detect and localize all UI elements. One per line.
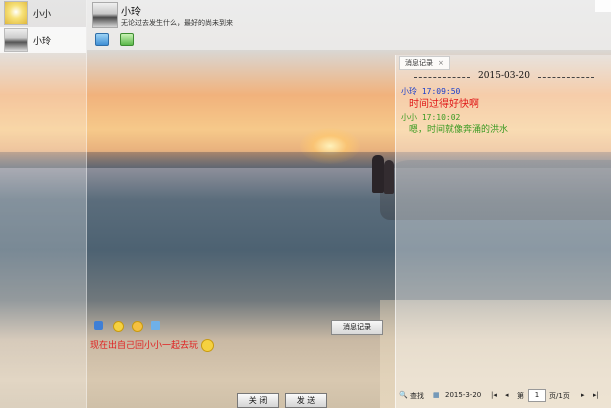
search-icon[interactable]: 🔍 [399,391,408,399]
contact-name: 小玲 [33,36,52,47]
avatar [4,28,28,52]
shake-icon[interactable] [132,321,143,332]
avatar [4,1,28,25]
message-sender: 小小 [401,113,417,122]
avatar[interactable] [92,2,118,28]
send-button[interactable]: 发 送 [285,393,327,408]
history-panel: 消息记录 × 2015-03-20 小玲 17:09:50 时间过得好快啊 小小 … [395,55,611,408]
emoji-icon[interactable] [113,321,124,332]
message-time: 17:10:02 [421,113,461,122]
chat-header: 小玲 无论过去发生什么，最好的尚未到来 [87,0,611,50]
next-page-icon[interactable]: ▸ [581,391,585,399]
contact-list: 小小 小玲 [0,0,87,408]
tab-history[interactable]: 消息记录 × [399,56,450,70]
image-icon[interactable] [95,33,109,46]
figure-silhouette [384,160,394,194]
history-date[interactable]: 2015-3-20 [445,391,481,399]
last-page-icon[interactable]: ▸| [593,391,599,399]
page-prefix: 第 [517,392,524,400]
search-link[interactable]: 查找 [410,391,424,401]
date-separator: 2015-03-20 [414,71,594,81]
message-history-button[interactable]: 消息记录 [331,320,383,335]
compose-input[interactable]: 现在出自己回小小一起去玩 [90,338,215,352]
contact-item-xiaoxiao[interactable]: 小小 [0,0,86,26]
message-text: 时间过得好快啊 [409,99,479,110]
add-contact-icon[interactable] [120,33,134,46]
page-suffix: 页/1页 [549,392,570,400]
compose-text: 现在出自己回小小一起去玩 [90,341,199,351]
page-input[interactable]: 1 [528,389,546,402]
message-text: 嗯，时间就像奔涌的洪水 [409,125,509,135]
close-button[interactable]: 关 闭 [237,393,279,408]
smiley-emoji-icon [201,339,215,352]
first-page-icon[interactable]: |◂ [491,391,497,399]
contact-name: 小小 [33,9,52,20]
chat-partner-signature: 无论过去发生什么，最好的尚未到来 [121,19,233,27]
prev-page-icon[interactable]: ◂ [505,391,509,399]
close-icon[interactable]: × [438,59,444,67]
calendar-icon[interactable]: ▦ [433,391,440,399]
figure-silhouette [372,155,384,193]
contact-item-xiaoling[interactable]: 小玲 [0,27,86,53]
screenshot-icon[interactable] [151,321,160,330]
chat-partner-name: 小玲 [121,7,141,18]
font-icon[interactable] [94,321,103,330]
window-edge [595,0,611,12]
history-footer: 🔍 查找 ▦ 2015-3-20 |◂ ◂ 第 1 页/1页 ▸ ▸| [395,386,611,406]
tab-label: 消息记录 [405,59,433,67]
